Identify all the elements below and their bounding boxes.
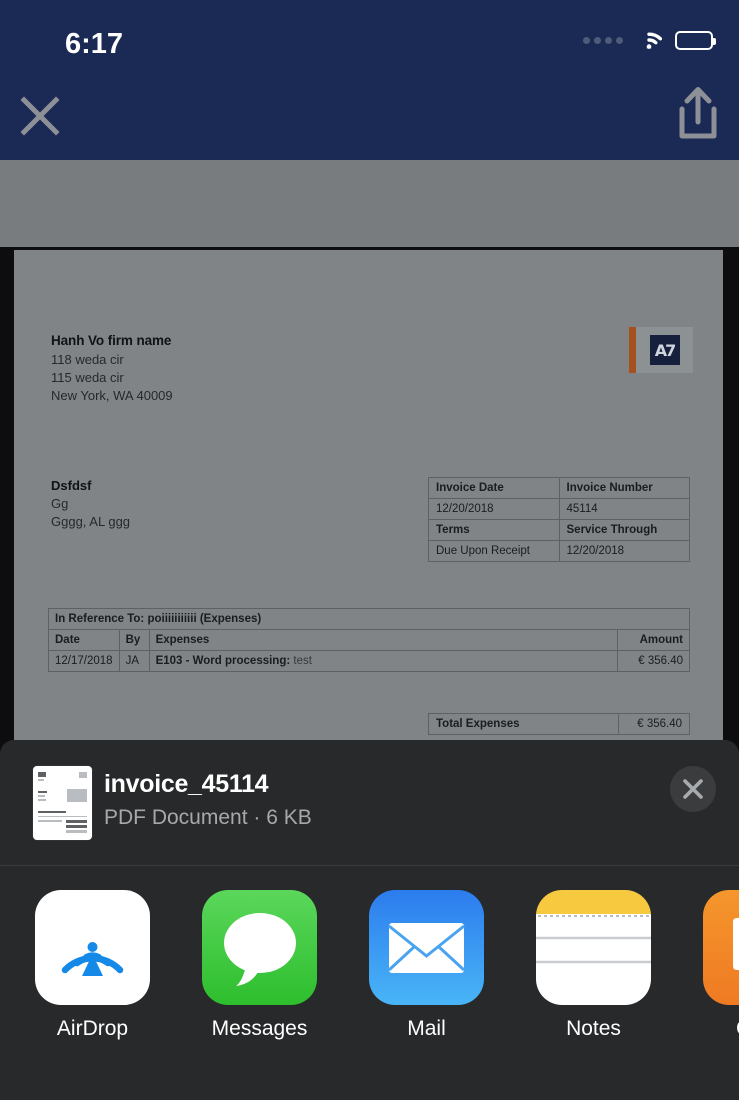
table-row: Invoice Date Invoice Number bbox=[428, 477, 690, 499]
share-upload-icon[interactable] bbox=[669, 84, 727, 144]
notes-icon bbox=[536, 890, 651, 1005]
service-through-value: 12/20/2018 bbox=[558, 540, 690, 562]
service-through-label: Service Through bbox=[558, 519, 690, 541]
table-row: Total Expenses € 356.40 bbox=[428, 713, 690, 735]
share-destination-copy[interactable]: Copy bbox=[703, 890, 739, 1041]
share-label-mail: Mail bbox=[407, 1017, 446, 1040]
expense-by: JA bbox=[118, 650, 150, 672]
table-row: 12/17/2018 JA E103 - Word processing: te… bbox=[48, 650, 690, 672]
messages-icon bbox=[202, 890, 317, 1005]
share-destination-mail[interactable]: Mail bbox=[369, 890, 484, 1041]
expenses-reference: In Reference To: poiiiiiiiiiii (Expenses… bbox=[48, 608, 690, 630]
firm-logo: A7 bbox=[629, 327, 693, 373]
invoice-date-value: 12/20/2018 bbox=[428, 498, 560, 520]
signal-dots-icon bbox=[583, 37, 623, 44]
close-icon[interactable] bbox=[12, 86, 68, 142]
share-label-notes: Notes bbox=[566, 1017, 621, 1040]
share-file-meta: PDF Document · 6 KB bbox=[104, 806, 312, 829]
share-label-messages: Messages bbox=[211, 1017, 308, 1040]
invoice-info-table: Invoice Date Invoice Number 12/20/2018 4… bbox=[428, 477, 690, 562]
share-destination-airdrop[interactable]: AirDrop bbox=[35, 890, 150, 1041]
column-header-amount: Amount bbox=[617, 629, 690, 651]
firm-name: Hanh Vo firm name bbox=[51, 333, 172, 348]
column-header-date: Date bbox=[48, 629, 120, 651]
bill-to-line-1: Gg bbox=[51, 496, 69, 512]
expense-amount: € 356.40 bbox=[617, 650, 690, 672]
column-header-expenses: Expenses bbox=[148, 629, 619, 651]
column-header-by: By bbox=[118, 629, 150, 651]
pdf-document-page[interactable]: Hanh Vo firm name 118 weda cir 115 weda … bbox=[14, 250, 723, 740]
invoice-number-label: Invoice Number bbox=[558, 477, 690, 499]
share-file-name: invoice_45114 bbox=[104, 770, 269, 798]
phone-screen: 6:17 Hanh Vo firm name 118 weda cir 115 … bbox=[0, 0, 739, 1100]
status-bar: 6:17 bbox=[0, 0, 739, 72]
table-row: Terms Service Through bbox=[428, 519, 690, 541]
share-sheet-header: invoice_45114 PDF Document · 6 KB bbox=[0, 740, 739, 865]
logo-field: A7 bbox=[636, 327, 693, 373]
total-expenses-label: Total Expenses bbox=[428, 713, 619, 735]
logo-glyph: A7 bbox=[649, 335, 680, 365]
pdf-thumbnail bbox=[33, 766, 92, 840]
copy-to-app-icon bbox=[703, 890, 739, 1005]
nav-bar bbox=[0, 72, 739, 160]
share-destination-messages[interactable]: Messages bbox=[202, 890, 317, 1041]
expense-description: E103 - Word processing: test bbox=[148, 650, 619, 672]
total-expenses-table: Total Expenses € 356.40 bbox=[428, 713, 690, 735]
viewer-backdrop bbox=[0, 160, 739, 247]
expense-code: E103 - Word processing: bbox=[155, 655, 291, 667]
firm-address-line-1: 118 weda cir bbox=[51, 351, 124, 367]
table-row: Date By Expenses Amount bbox=[48, 629, 690, 651]
mail-icon bbox=[369, 890, 484, 1005]
firm-address-line-3: New York, WA 40009 bbox=[51, 387, 173, 403]
bill-to-block: Dsfdsf Gg Gggg, AL ggg bbox=[51, 477, 130, 532]
logo-accent-bar bbox=[629, 327, 636, 373]
expenses-table: In Reference To: poiiiiiiiiiii (Expenses… bbox=[48, 608, 690, 672]
terms-label: Terms bbox=[428, 519, 560, 541]
share-label-airdrop: AirDrop bbox=[56, 1017, 129, 1040]
firm-address-block: Hanh Vo firm name 118 weda cir 115 weda … bbox=[51, 332, 173, 404]
close-circle-icon[interactable] bbox=[670, 766, 716, 812]
invoice-date-label: Invoice Date bbox=[428, 477, 560, 499]
table-row: Due Upon Receipt 12/20/2018 bbox=[428, 540, 690, 562]
airdrop-icon bbox=[35, 890, 150, 1005]
terms-value: Due Upon Receipt bbox=[428, 540, 560, 562]
expense-date: 12/17/2018 bbox=[48, 650, 120, 672]
status-bar-indicators bbox=[583, 31, 716, 50]
share-sheet: invoice_45114 PDF Document · 6 KB AirDro… bbox=[0, 740, 739, 1100]
bill-to-name: Dsfdsf bbox=[51, 478, 92, 493]
expense-detail: test bbox=[290, 655, 312, 667]
total-expenses-amount: € 356.40 bbox=[618, 713, 690, 735]
table-row: 12/20/2018 45114 bbox=[428, 498, 690, 520]
share-destination-notes[interactable]: Notes bbox=[536, 890, 651, 1041]
wifi-icon bbox=[636, 31, 663, 50]
table-row: In Reference To: poiiiiiiiiiii (Expenses… bbox=[48, 608, 690, 630]
share-destinations-row: AirDrop Messages Mail Notes bbox=[0, 890, 739, 1060]
sheet-divider bbox=[0, 865, 739, 866]
bill-to-line-2: Gggg, AL ggg bbox=[51, 514, 131, 530]
status-bar-time: 6:17 bbox=[65, 28, 124, 60]
invoice-number-value: 45114 bbox=[558, 498, 690, 520]
firm-address-line-2: 115 weda cir bbox=[51, 369, 124, 385]
battery-full-icon bbox=[675, 31, 716, 50]
navy-header-bar: 6:17 bbox=[0, 0, 739, 160]
